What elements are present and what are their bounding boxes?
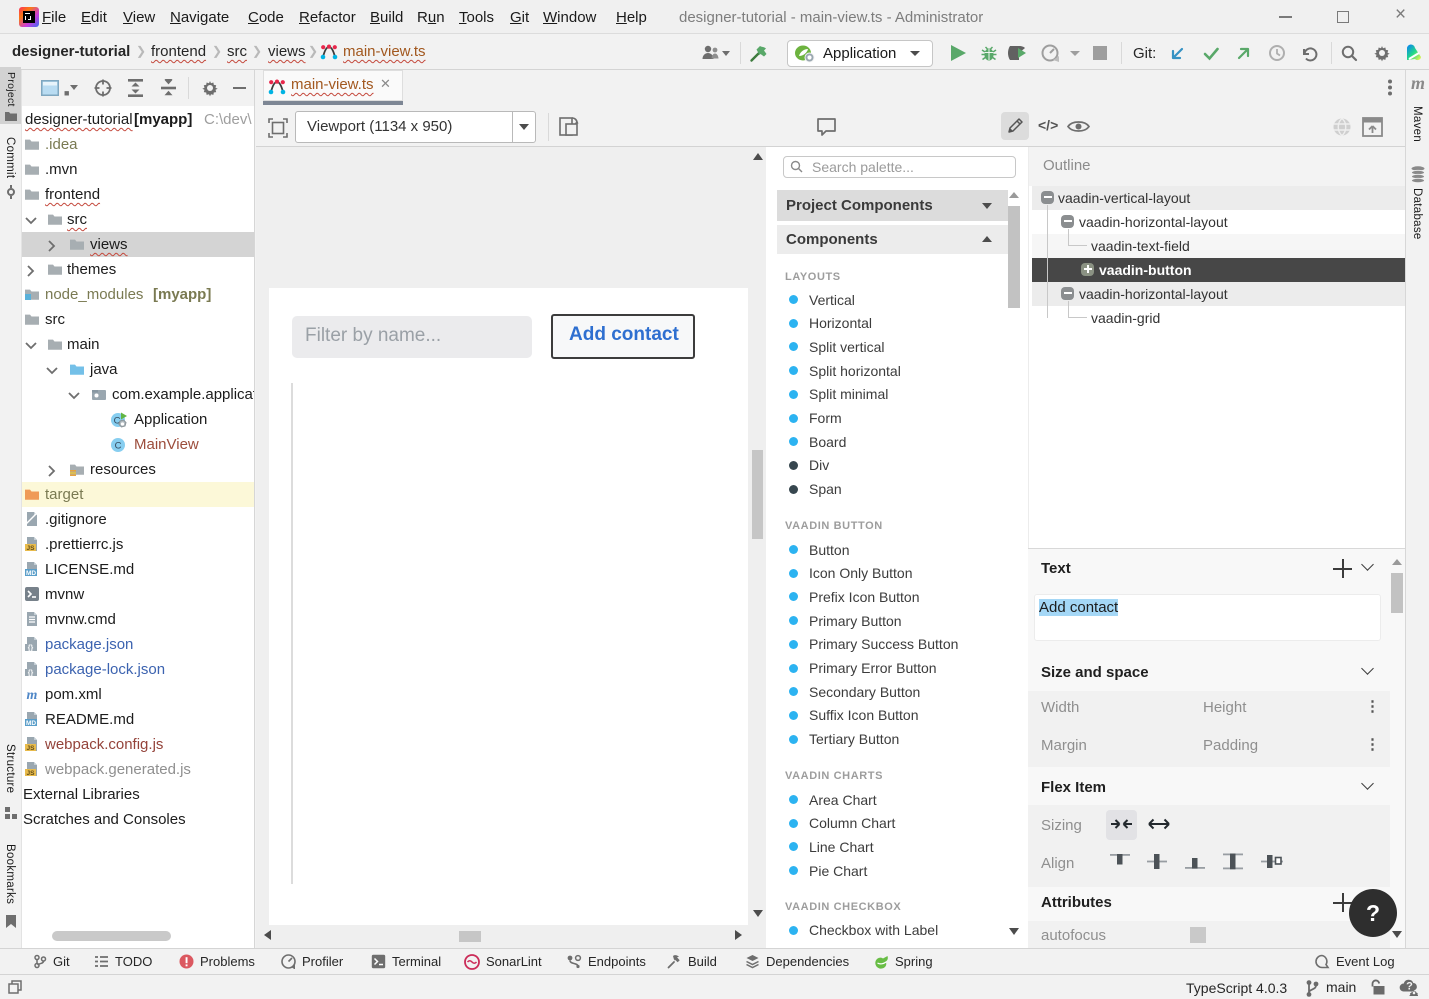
svg-text:m: m — [27, 688, 38, 702]
svg-text:JS: JS — [27, 745, 36, 752]
svg-text:{}: {} — [28, 670, 34, 677]
svg-text:C: C — [115, 441, 122, 452]
svg-text:MD: MD — [26, 570, 36, 577]
svg-text:{}: {} — [28, 645, 34, 652]
svg-text:?: ? — [1406, 981, 1413, 993]
svg-text:JS: JS — [27, 770, 36, 777]
svg-text:JS: JS — [27, 545, 36, 552]
svg-text:MD: MD — [26, 720, 36, 727]
